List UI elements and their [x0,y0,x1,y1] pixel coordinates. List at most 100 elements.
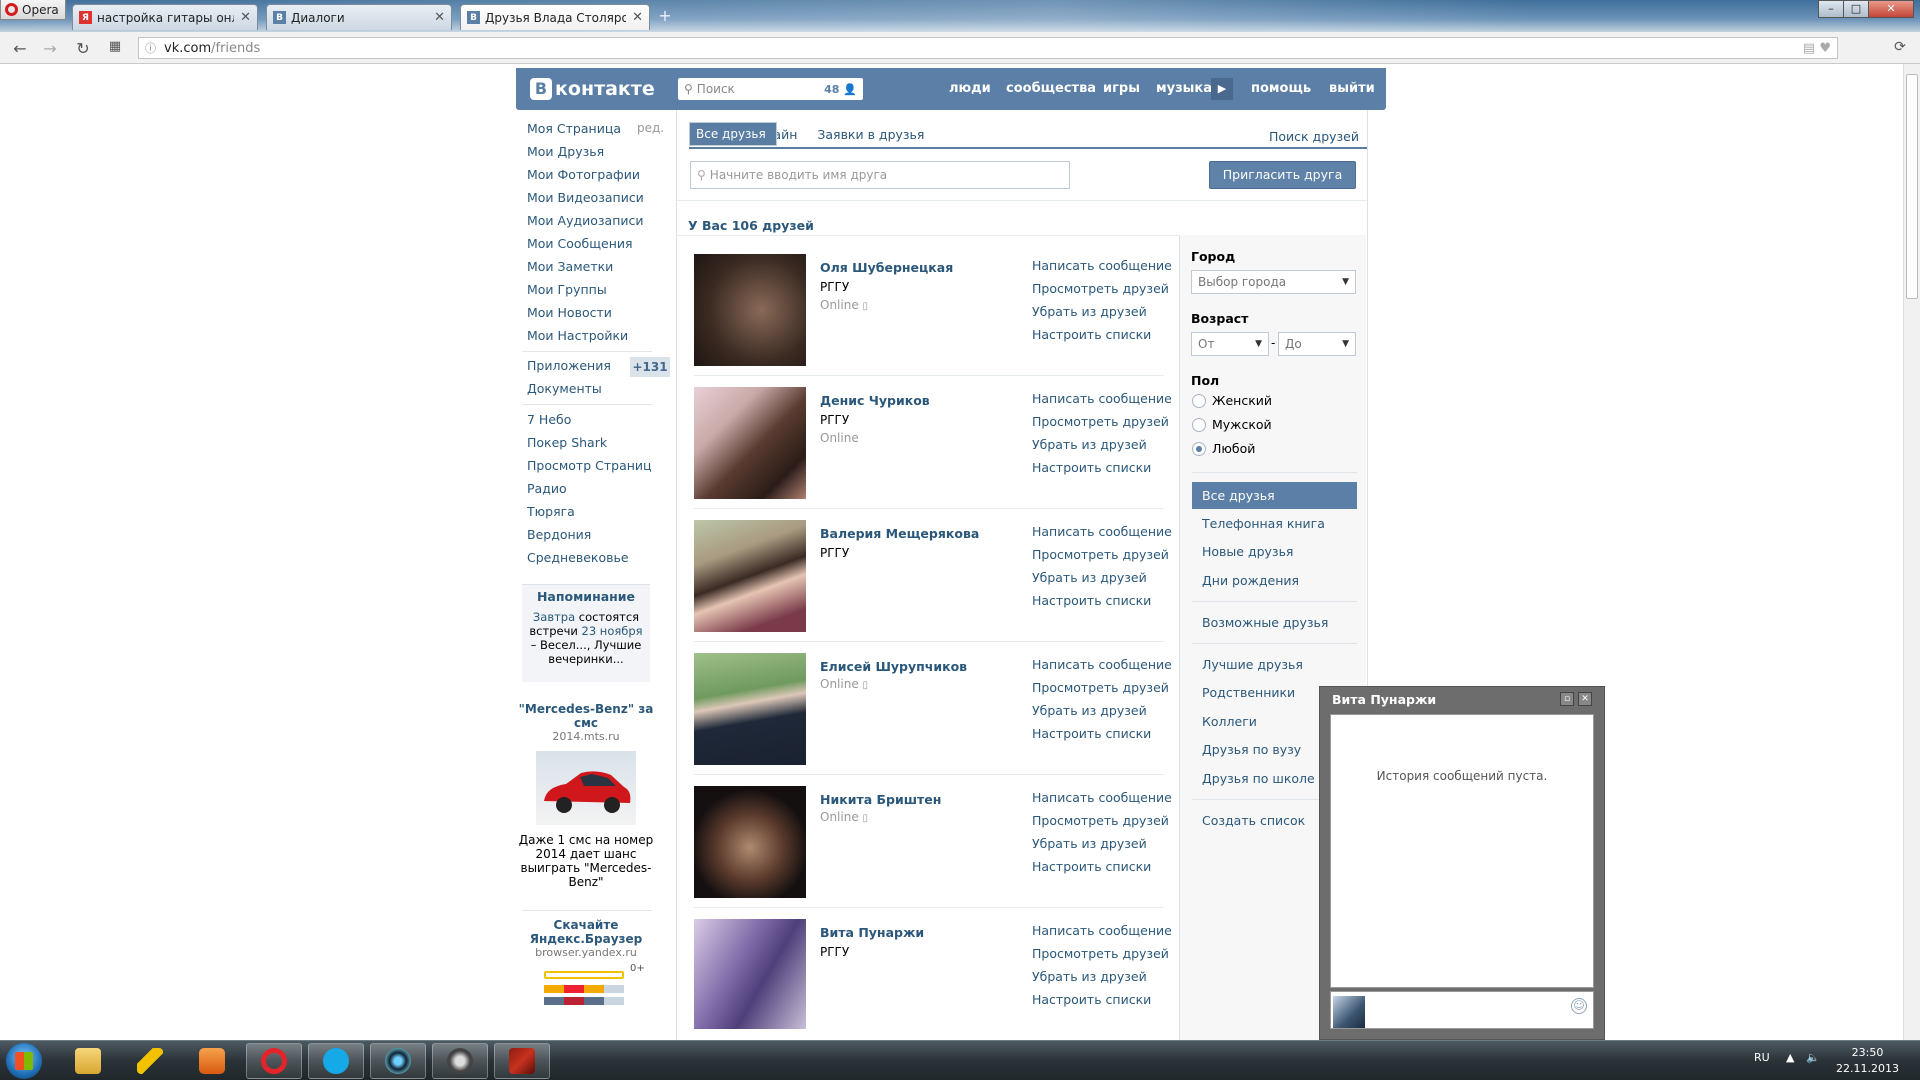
configure-lists-link[interactable]: Настроить списки [1032,726,1151,741]
configure-lists-link[interactable]: Настроить списки [1032,593,1151,608]
friend-photo[interactable] [694,653,806,765]
view-friends-link[interactable]: Просмотреть друзей [1032,547,1169,562]
invite-friend-button[interactable]: Пригласить друга [1209,161,1356,189]
menu-my-settings[interactable]: Мои Настройки [527,328,628,343]
scrollbar-thumb[interactable] [1906,74,1918,299]
nav-logout[interactable]: выйти [1329,81,1375,96]
friend-photo[interactable] [694,919,806,1029]
reminder-link-date[interactable]: 23 ноября [582,624,643,638]
remove-friend-link[interactable]: Убрать из друзей [1032,437,1147,452]
apps-count-badge[interactable]: +131 [630,357,670,377]
view-friends-link[interactable]: Просмотреть друзей [1032,414,1169,429]
close-tab-icon[interactable]: ✕ [434,10,445,25]
menu-my-news[interactable]: Мои Новости [527,305,612,320]
menu-my-videos[interactable]: Мои Видеозаписи [527,190,644,205]
friend-name[interactable]: Елисей Шурупчиков [820,659,967,674]
nav-games[interactable]: игры [1103,81,1140,96]
show-hidden-icons-icon[interactable]: ▲ [1786,1051,1794,1064]
stash-icon[interactable]: ▤ ♥ [1803,41,1831,56]
volume-icon[interactable]: 🔈 [1806,1051,1820,1064]
menu-app-item[interactable]: 7 Небо [527,412,571,427]
opera-taskbar-button[interactable] [246,1043,302,1079]
remove-friend-link[interactable]: Убрать из друзей [1032,570,1147,585]
send-message-link[interactable]: Написать сообщение [1032,391,1172,406]
friend-name[interactable]: Никита Бриштен [820,792,941,807]
skype-taskbar-button[interactable] [308,1043,364,1079]
start-button[interactable] [6,1043,42,1079]
menu-my-groups[interactable]: Мои Группы [527,282,607,297]
sex-female-label[interactable]: Женский [1212,393,1272,408]
header-search-input[interactable]: ⚲ Поиск 48 👤 [678,78,863,100]
friend-photo[interactable] [694,786,806,898]
view-friends-link[interactable]: Просмотреть друзей [1032,946,1169,961]
new-tab-icon[interactable]: + [656,8,674,26]
vk-logo[interactable]: В контакте [530,78,655,100]
remove-friend-link[interactable]: Убрать из друзей [1032,836,1147,851]
menu-my-page[interactable]: Моя Страница [527,121,621,136]
sex-male-radio[interactable] [1192,418,1206,432]
browser-tab-dialogs[interactable]: B Диалоги ✕ [266,4,452,30]
nav-people[interactable]: люди [949,81,991,96]
nav-music[interactable]: музыка [1156,81,1212,96]
minimize-icon[interactable]: – [1818,0,1844,18]
friend-name[interactable]: Оля Шубернецкая [820,260,953,275]
chat-maximize-icon[interactable]: ▫ [1560,692,1574,706]
menu-my-photos[interactable]: Мои Фотографии [527,167,640,182]
sex-female-radio[interactable] [1192,394,1206,408]
ad-title[interactable]: Скачайте Яндекс.Браузер [518,918,654,946]
opera-menu-button[interactable]: Opera [0,0,66,20]
configure-lists-link[interactable]: Настроить списки [1032,992,1151,1007]
download-icon[interactable]: ⟳ [1890,39,1910,55]
friend-filter-input[interactable]: ⚲ Начните вводить имя друга [690,161,1070,189]
close-window-icon[interactable]: ✕ [1868,0,1914,18]
tab-all-friends[interactable]: Все друзья [689,122,777,146]
forward-icon[interactable]: → [40,39,60,58]
menu-my-audio[interactable]: Мои Аудиозаписи [527,213,644,228]
send-message-link[interactable]: Написать сообщение [1032,258,1172,273]
menu-apps[interactable]: Приложения [527,358,611,373]
page-scrollbar[interactable] [1903,64,1920,1042]
reload-icon[interactable]: ↻ [73,39,93,58]
ad-yandex-image[interactable]: 0+ [544,963,645,1009]
configure-lists-link[interactable]: Настроить списки [1032,859,1151,874]
speed-dial-icon[interactable]: ▦ [105,39,125,54]
back-icon[interactable]: ← [10,39,30,58]
chat-close-icon[interactable]: ✕ [1578,692,1592,706]
steam-taskbar-button[interactable] [432,1043,488,1079]
configure-lists-link[interactable]: Настроить списки [1032,327,1151,342]
send-message-link[interactable]: Написать сообщение [1032,657,1172,672]
remove-friend-link[interactable]: Убрать из друзей [1032,969,1147,984]
guitar-app-taskbar-button[interactable] [122,1043,178,1079]
list-phone-book[interactable]: Телефонная книга [1192,510,1357,537]
friend-name[interactable]: Денис Чуриков [820,393,930,408]
send-message-link[interactable]: Написать сообщение [1032,790,1172,805]
ad-mercedes[interactable]: "Mercedes-Benz" за смс 2014.mts.ru Даже … [518,702,654,889]
age-to-select[interactable]: До ▼ [1278,332,1356,356]
menu-app-item[interactable]: Покер Shark [527,435,607,450]
list-new-friends[interactable]: Новые друзья [1192,538,1357,565]
smiley-icon[interactable]: ☺ [1571,998,1587,1014]
friend-photo[interactable] [694,387,806,499]
language-indicator[interactable]: RU [1754,1051,1770,1064]
age-from-select[interactable]: От ▼ [1191,332,1269,356]
menu-app-item[interactable]: Вердония [527,527,591,542]
friend-photo[interactable] [694,254,806,366]
maximize-icon[interactable]: □ [1843,0,1869,18]
camera-app-taskbar-button[interactable] [370,1043,426,1079]
menu-my-messages[interactable]: Мои Сообщения [527,236,633,251]
edit-link[interactable]: ред. [637,121,664,135]
friend-name[interactable]: Валерия Мещерякова [820,526,979,541]
ad-car-image[interactable] [536,751,636,825]
list-birthdays[interactable]: Дни рождения [1192,567,1357,594]
remove-friend-link[interactable]: Убрать из друзей [1032,703,1147,718]
explorer-taskbar-button[interactable] [60,1043,116,1079]
menu-app-item[interactable]: Средневековье [527,550,629,565]
media-player-taskbar-button[interactable] [184,1043,240,1079]
view-friends-link[interactable]: Просмотреть друзей [1032,281,1169,296]
sex-male-label[interactable]: Мужской [1212,417,1272,432]
send-message-link[interactable]: Написать сообщение [1032,524,1172,539]
reminder-link-tomorrow[interactable]: Завтра [533,610,575,624]
send-message-link[interactable]: Написать сообщение [1032,923,1172,938]
ad-yandex[interactable]: Скачайте Яндекс.Браузер browser.yandex.r… [518,918,654,1009]
dota-taskbar-button[interactable] [494,1043,550,1079]
